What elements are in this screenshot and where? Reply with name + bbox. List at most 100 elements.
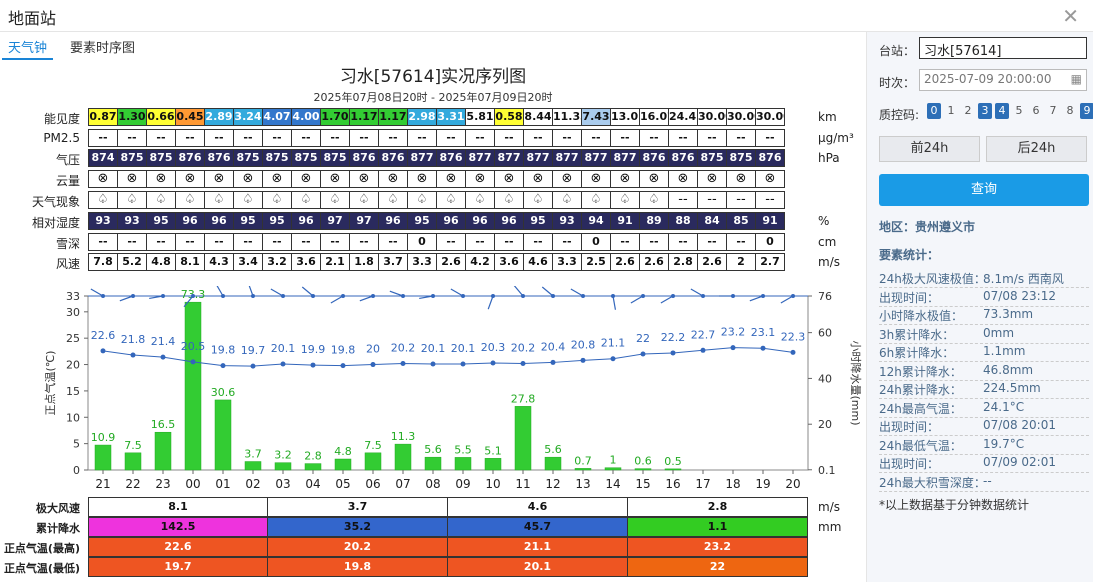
precip-bar bbox=[484, 458, 502, 471]
station-label: 台站： bbox=[879, 44, 916, 58]
weather-cell: ♤ bbox=[465, 191, 495, 209]
pressure-cell: 877 bbox=[407, 149, 437, 167]
cloud-cell: ⊗ bbox=[494, 170, 524, 188]
pressure-cell: 875 bbox=[262, 149, 292, 167]
right-tick-label: 40 bbox=[818, 372, 832, 385]
qc-code-4[interactable]: 4 bbox=[995, 103, 1009, 119]
pm25-cell: -- bbox=[523, 129, 553, 147]
qc-code-list: 0123456789 bbox=[927, 103, 1093, 119]
summary-label: 正点气温(最低) bbox=[3, 562, 80, 575]
qc-code-1[interactable]: 1 bbox=[944, 103, 958, 119]
wind-barb bbox=[487, 295, 494, 310]
time-input[interactable]: 2025-07-09 20:00:00 ▦ bbox=[919, 69, 1087, 91]
qc-label: 质控码: bbox=[879, 108, 920, 122]
precip-label: 30.6 bbox=[211, 386, 236, 399]
qc-code-7[interactable]: 7 bbox=[1046, 103, 1060, 119]
qc-code-6[interactable]: 6 bbox=[1029, 103, 1043, 119]
y-axis-right-title: 小时降水量(mm) bbox=[849, 340, 863, 425]
cloud-cell: ⊗ bbox=[581, 170, 611, 188]
precip-label: 3.2 bbox=[274, 449, 292, 462]
x-tick-label: 17 bbox=[695, 477, 710, 491]
query-button[interactable]: 查询 bbox=[879, 174, 1089, 206]
visibility-cell: 2.98 bbox=[407, 108, 437, 126]
wind-cell: 3.2 bbox=[262, 253, 292, 271]
precip-label: 4.8 bbox=[334, 445, 352, 458]
stat-value: 224.5mm bbox=[983, 381, 1041, 395]
summary-cell: 1.1 bbox=[627, 517, 808, 537]
qc-code-5[interactable]: 5 bbox=[1012, 103, 1026, 119]
stat-key: 6h累计降水： bbox=[879, 346, 955, 360]
summary-row: 19.7 19.8 20.1 22 bbox=[88, 557, 808, 577]
precip-bar bbox=[274, 462, 292, 471]
humidity-cell: 95 bbox=[262, 212, 292, 230]
temperature-label: 19.7 bbox=[241, 344, 266, 357]
weather-cell: ♤ bbox=[378, 191, 408, 209]
stat-key: 24h极大风速极值： bbox=[879, 272, 986, 286]
right-tick-label: 76 bbox=[818, 290, 832, 303]
qc-code-3[interactable]: 3 bbox=[978, 103, 992, 119]
pressure-cell: 877 bbox=[581, 149, 611, 167]
cloud-cell: ⊗ bbox=[726, 170, 756, 188]
next-24h-button[interactable]: 后24h bbox=[986, 136, 1087, 162]
row-pressure: 874 875 875 876 876 875 875 875 875 876 876 877 876 8… bbox=[88, 149, 808, 167]
weather-cell: ♤ bbox=[291, 191, 321, 209]
side-panel: 台站： 习水[57614] 时次： 2025-07-09 20:00:00 ▦ … bbox=[866, 32, 1093, 582]
stat-item: 小时降水极值： 73.3mm bbox=[879, 307, 1089, 325]
window-title: 地面站 bbox=[8, 9, 57, 28]
pressure-cell: 877 bbox=[494, 149, 524, 167]
weather-cell: ♤ bbox=[610, 191, 640, 209]
x-tick-label: 00 bbox=[185, 477, 200, 491]
row-humidity: 93 93 95 96 96 95 95 96 97 97 96 95 96 96 96 95 93 94 91 89… bbox=[88, 212, 808, 230]
summary-cell: 142.5 bbox=[88, 517, 268, 537]
surface-station-window: 地面站 ✕ 天气钟 要素时序图 习水[57614]实况序列图 2025年07月0… bbox=[0, 0, 1093, 582]
precip-label: 7.5 bbox=[124, 439, 142, 452]
visibility-cell: 30.00 bbox=[755, 108, 785, 126]
snow-cell: -- bbox=[639, 233, 669, 251]
x-tick-label: 12 bbox=[545, 477, 560, 491]
temperature-label: 22 bbox=[636, 332, 650, 345]
precip-bar bbox=[124, 452, 142, 471]
summary-cell: 22.6 bbox=[88, 537, 268, 557]
pressure-cell: 876 bbox=[378, 149, 408, 167]
prev-24h-button[interactable]: 前24h bbox=[879, 136, 980, 162]
stat-key: 12h累计降水： bbox=[879, 364, 962, 379]
qc-code-8[interactable]: 8 bbox=[1063, 103, 1077, 119]
pressure-cell: 876 bbox=[668, 149, 698, 167]
snow-cell: -- bbox=[523, 233, 553, 251]
visibility-cell: 1.17 bbox=[378, 108, 408, 126]
tab-element-series[interactable]: 要素时序图 bbox=[64, 38, 141, 60]
summary-label: 极大风速 bbox=[36, 502, 80, 515]
wind-barb-dot bbox=[521, 294, 525, 298]
precip-bar bbox=[664, 468, 682, 471]
humidity-cell: 91 bbox=[610, 212, 640, 230]
wind-cell: 7.8 bbox=[88, 253, 118, 271]
qc-code-9[interactable]: 9 bbox=[1080, 103, 1093, 119]
pressure-cell: 875 bbox=[726, 149, 756, 167]
precip-bar bbox=[394, 443, 412, 471]
precip-bar bbox=[154, 431, 172, 471]
qc-code-0[interactable]: 0 bbox=[927, 103, 941, 119]
snow-cell: -- bbox=[88, 233, 118, 251]
temperature-point bbox=[700, 347, 706, 353]
row-unit-pressure: hPa bbox=[818, 151, 840, 165]
summary-cell: 23.2 bbox=[627, 537, 808, 557]
summary-label: 累计降水 bbox=[36, 522, 80, 535]
wind-cell: 2.8 bbox=[668, 253, 698, 271]
x-tick-label: 20 bbox=[785, 477, 800, 491]
summary-cell: 8.1 bbox=[88, 497, 268, 517]
snow-cell: -- bbox=[117, 233, 147, 251]
tab-weather-clock[interactable]: 天气钟 bbox=[2, 38, 54, 60]
weather-cell: ♤ bbox=[146, 191, 176, 209]
close-icon[interactable]: ✕ bbox=[1062, 4, 1079, 28]
station-input[interactable]: 习水[57614] bbox=[919, 37, 1087, 59]
wind-cell: 4.8 bbox=[146, 253, 176, 271]
precip-label: 5.1 bbox=[484, 444, 502, 457]
summary-unit: m/s bbox=[818, 500, 840, 514]
pm25-cell: -- bbox=[291, 129, 321, 147]
precip-bar bbox=[424, 456, 442, 471]
wind-cell: 3.7 bbox=[378, 253, 408, 271]
calendar-icon[interactable]: ▦ bbox=[1071, 72, 1082, 86]
pm25-cell: -- bbox=[581, 129, 611, 147]
weather-cell: ♤ bbox=[349, 191, 379, 209]
qc-code-2[interactable]: 2 bbox=[961, 103, 975, 119]
